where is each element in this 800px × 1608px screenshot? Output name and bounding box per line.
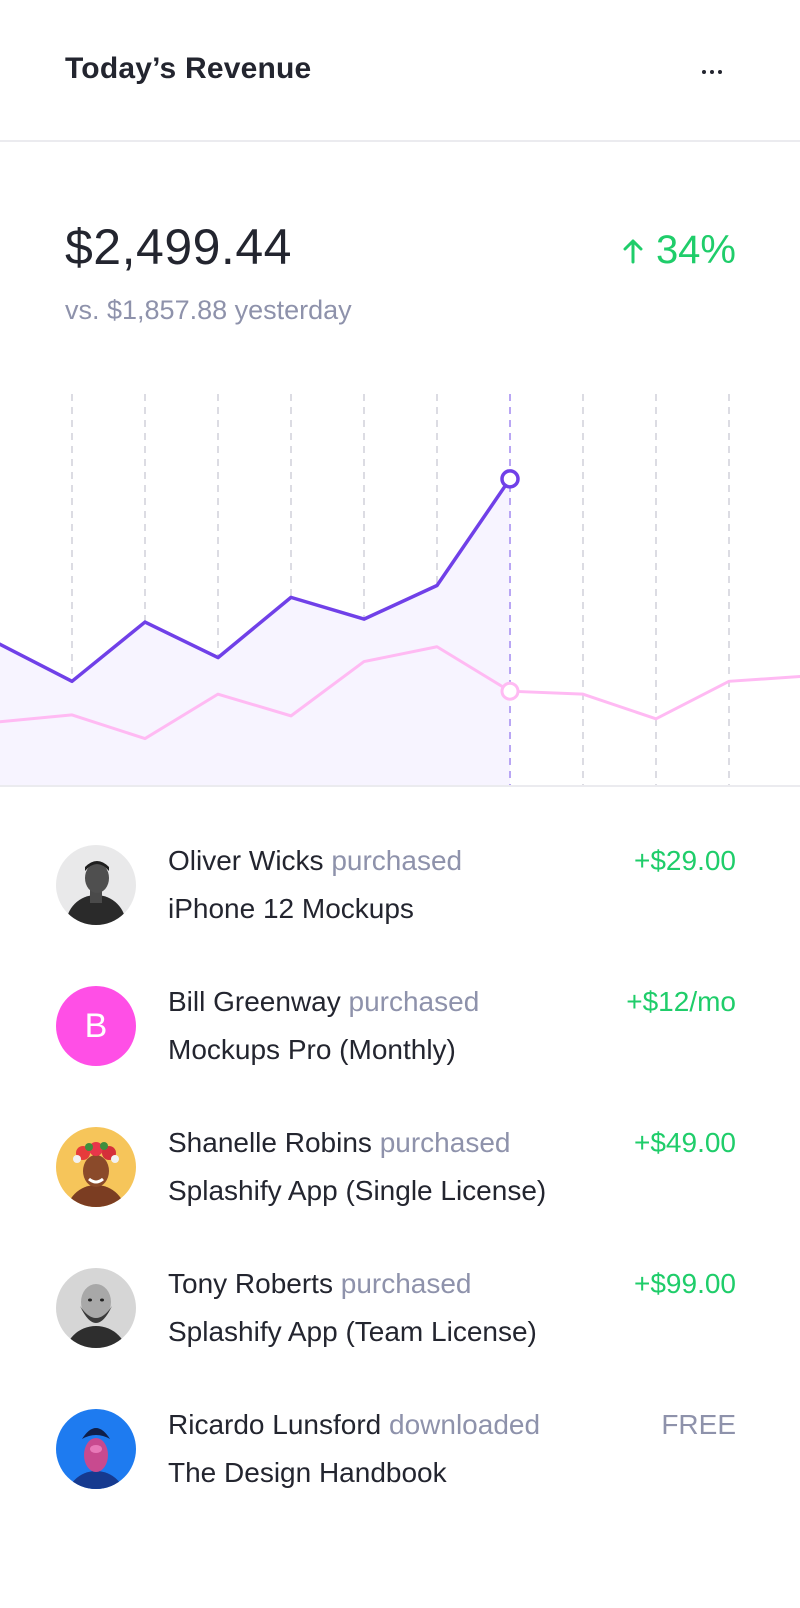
revenue-comparison: vs. $1,857.88 yesterday: [65, 295, 352, 325]
transaction-amount: +$12/mo: [626, 986, 736, 1017]
transaction-amount: FREE: [661, 1409, 736, 1440]
revenue-amount: $2,499.44: [65, 219, 292, 275]
customer-name: Bill Greenway: [168, 986, 341, 1017]
more-horizontal-icon[interactable]: [688, 56, 736, 88]
transaction-amount: +$99.00: [634, 1268, 736, 1299]
revenue-chart: [0, 394, 800, 785]
activity-summary: Tony Roberts purchased: [168, 1268, 472, 1300]
activity-row[interactable]: Tony Roberts purchased Splashify App (Tea…: [0, 1268, 800, 1412]
product-name: Splashify App (Single License): [168, 1175, 547, 1206]
revenue-change: 34%: [622, 228, 736, 273]
product-name: iPhone 12 Mockups: [168, 893, 414, 924]
header: Today’s Revenue: [0, 0, 800, 142]
today-point: [500, 469, 520, 489]
arrow-up-icon: [622, 238, 644, 264]
activity-verb: purchased: [371, 1127, 511, 1158]
activity-row[interactable]: Shanelle Robins purchased Splashify App (…: [0, 1127, 800, 1271]
product-name: The Design Handbook: [168, 1457, 447, 1488]
activity-verb: purchased: [332, 1268, 472, 1299]
activity-summary: Ricardo Lunsford downloaded: [168, 1409, 540, 1441]
transaction-amount: +$49.00: [634, 1127, 736, 1158]
activity-verb: downloaded: [381, 1409, 541, 1440]
product-name: Mockups Pro (Monthly): [168, 1034, 456, 1065]
page-title: Today’s Revenue: [65, 52, 312, 85]
activity-row[interactable]: Oliver Wicks purchased iPhone 12 Mockups +…: [0, 845, 800, 989]
activity-row[interactable]: Ricardo Lunsford downloaded The Design Ha…: [0, 1409, 800, 1553]
avatar: B: [56, 986, 136, 1066]
activity-row[interactable]: B Bill Greenway purchased Mockups Pro (Mon…: [0, 986, 800, 1130]
activity-verb: purchased: [340, 986, 480, 1017]
customer-name: Tony Roberts: [168, 1268, 333, 1299]
yesterday-point: [500, 681, 520, 701]
activity-summary: Bill Greenway purchased: [168, 986, 479, 1018]
activity-summary: Shanelle Robins purchased: [168, 1127, 510, 1159]
customer-name: Ricardo Lunsford: [168, 1409, 382, 1440]
customer-name: Oliver Wicks: [168, 845, 324, 876]
customer-name: Shanelle Robins: [168, 1127, 372, 1158]
avatar: [56, 1127, 136, 1207]
revenue-change-value: 34%: [655, 228, 736, 272]
product-name: Splashify App (Team License): [168, 1316, 537, 1347]
today-area: [0, 478, 510, 785]
chart-baseline: [0, 785, 800, 787]
activity-verb: purchased: [323, 845, 463, 876]
avatar: [56, 1268, 136, 1348]
activity-summary: Oliver Wicks purchased: [168, 845, 462, 877]
avatar: [56, 845, 136, 925]
transaction-amount: +$29.00: [634, 845, 736, 876]
avatar: [56, 1409, 136, 1489]
